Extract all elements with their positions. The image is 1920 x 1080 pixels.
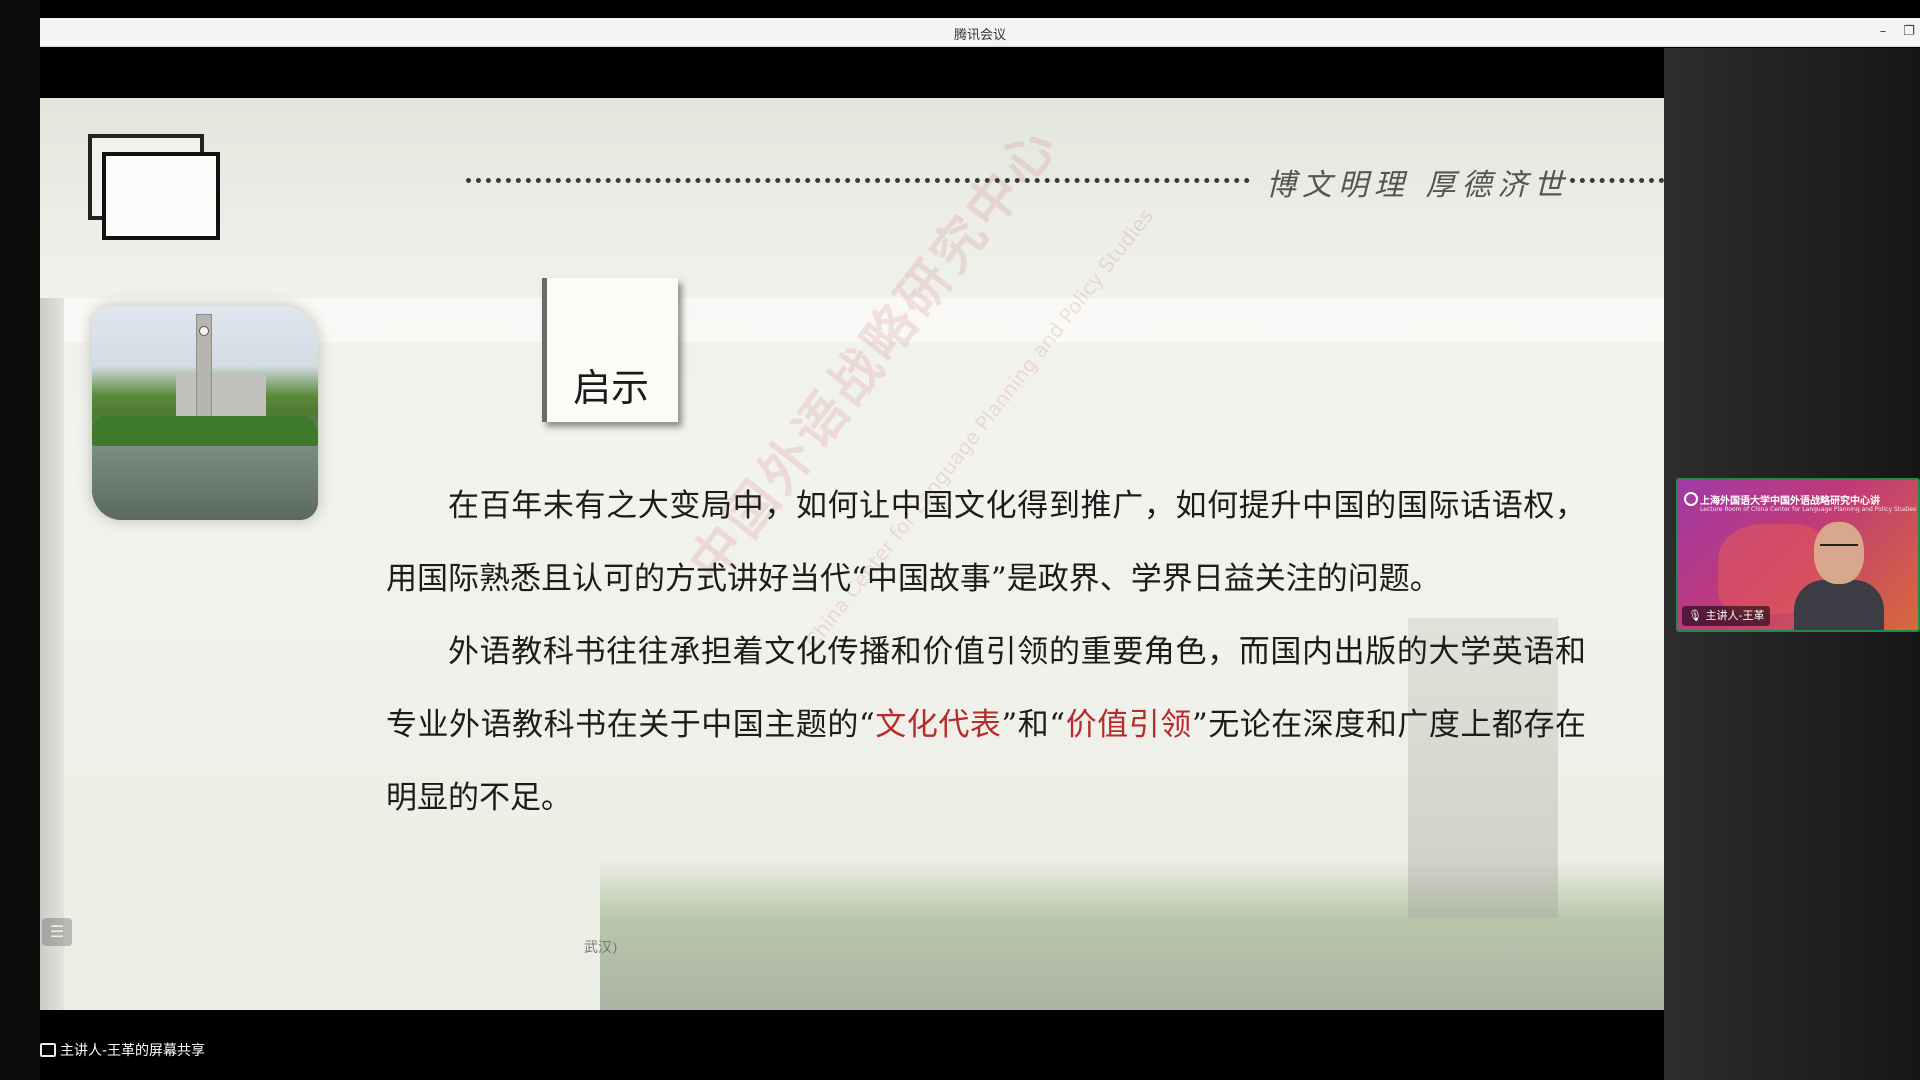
dotted-line-right: [1570, 178, 1664, 183]
slide-body: 在百年未有之大变局中，如何让中国文化得到推广，如何提升中国的国际话语权，用国际熟…: [386, 470, 1586, 835]
screen-share-icon: [40, 1043, 56, 1057]
slide-heading: 启示: [573, 366, 650, 410]
mic-icon: 🎙: [1688, 609, 1702, 622]
speaker-name-tag: 🎙 主讲人-王革: [1682, 606, 1771, 626]
presentation-slide: 博文明理 厚德济世 启示 中国外语战略研究中心 China Center for…: [40, 98, 1664, 1010]
paragraph-2-middle: ”和“: [1001, 707, 1066, 743]
shared-screen: 博文明理 厚德济世 启示 中国外语战略研究中心 China Center for…: [40, 48, 1664, 1058]
dotted-line: [466, 178, 1250, 183]
video-banner: 上海外国语大学中国外语战略研究中心讲: [1700, 496, 1880, 507]
institution-logo-icon: [1684, 492, 1698, 506]
speaker-figure: [1794, 514, 1884, 630]
restore-icon[interactable]: ❐: [1898, 21, 1920, 43]
video-banner-sub: Lecture Room of China Center for Languag…: [1700, 506, 1917, 513]
slide-motto: 博文明理 厚德济世: [1266, 168, 1570, 203]
footer-city: 武汉): [584, 940, 618, 956]
paragraph-1: 在百年未有之大变局中，如何让中国文化得到推广，如何提升中国的国际话语权，用国际熟…: [386, 488, 1586, 597]
window-title: 腾讯会议: [953, 28, 1006, 43]
highlight-values: 价值引领: [1065, 707, 1192, 743]
list-icon[interactable]: ☰: [42, 918, 72, 946]
window-titlebar: 腾讯会议 – ❐: [40, 18, 1920, 47]
left-edge: [0, 0, 40, 1080]
share-status-text: 主讲人-王革的屏幕共享: [60, 1043, 206, 1059]
frame-graphic: [88, 134, 228, 244]
heading-card: 启示: [542, 278, 678, 422]
speaker-video-tile[interactable]: 上海外国语大学中国外语战略研究中心讲 Lecture Room of China…: [1676, 478, 1920, 632]
minimize-icon[interactable]: –: [1872, 21, 1894, 43]
footer-date: 2022-7-14: [1482, 937, 1555, 953]
campus-photo: [92, 306, 318, 520]
highlight-culture: 文化代表: [874, 707, 1002, 743]
paragraph-2: 外语教科书往往承担着文化传播和价值引领的重要角色，而国内出版的大学英语和专业外语…: [386, 616, 1586, 835]
share-status-bar: 主讲人-王革的屏幕共享: [40, 1040, 205, 1062]
slide-left-strip: [40, 298, 64, 1010]
speaker-name: 主讲人-王革: [1705, 609, 1765, 622]
